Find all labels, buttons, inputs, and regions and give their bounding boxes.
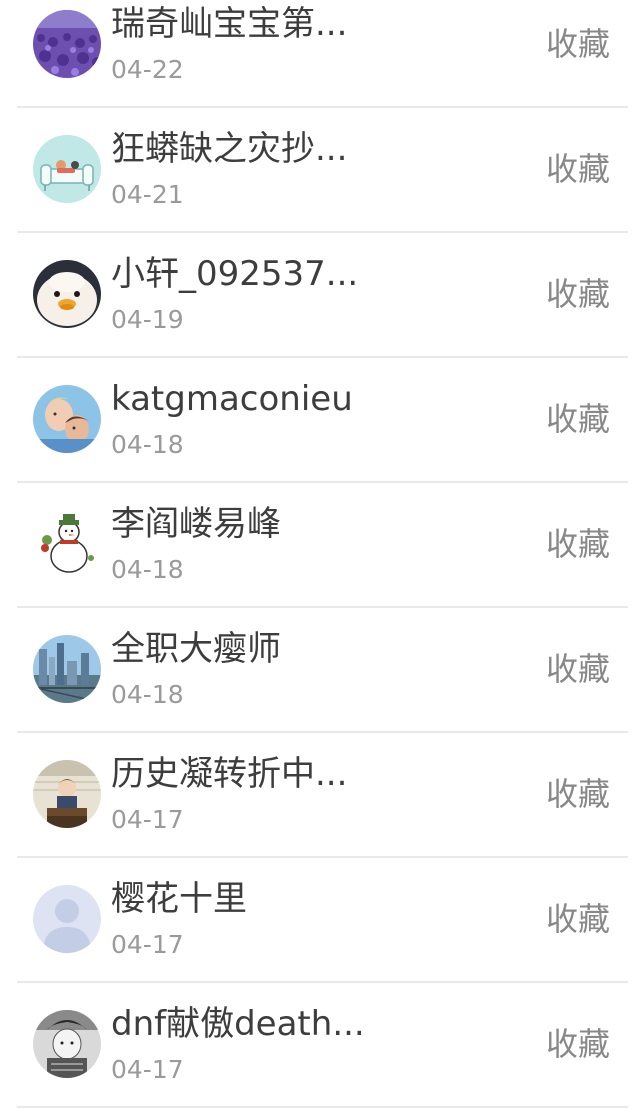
favorite-button[interactable]: 收藏	[546, 899, 610, 939]
favorite-button[interactable]: 收藏	[546, 24, 610, 64]
favorite-button[interactable]: 收藏	[546, 274, 610, 314]
user-list: 瑞奇屾宝宝第... 04-22 收藏 狂蟒缺之灾抄... 04-21 收藏 小轩…	[0, 0, 640, 1108]
sofa-illustration-avatar[interactable]	[33, 135, 101, 203]
snowman-avatar[interactable]	[33, 510, 101, 578]
item-date: 04-22	[111, 55, 184, 84]
user-name: 李阎嵝易峰	[111, 504, 281, 544]
item-date: 04-17	[111, 1055, 184, 1084]
list-item[interactable]: 小轩_092537... 04-19 收藏	[0, 233, 640, 358]
duckling-avatar[interactable]	[33, 260, 101, 328]
list-item[interactable]: 瑞奇屾宝宝第... 04-22 收藏	[0, 0, 640, 108]
favorite-button[interactable]: 收藏	[546, 774, 610, 814]
user-name: katgmaconieu	[111, 379, 353, 419]
favorite-button[interactable]: 收藏	[546, 649, 610, 689]
anime-character-avatar[interactable]	[33, 760, 101, 828]
list-item[interactable]: 历史凝转折中... 04-17 收藏	[0, 733, 640, 858]
city-skyline-avatar[interactable]	[33, 635, 101, 703]
user-name: 瑞奇屾宝宝第...	[111, 4, 348, 44]
user-name: 小轩_092537...	[111, 254, 359, 294]
item-date: 04-18	[111, 680, 184, 709]
list-item[interactable]: dnf献傲death... 04-17 收藏	[0, 983, 640, 1108]
user-name: 全职大瘿师	[111, 629, 281, 669]
list-item[interactable]: katgmaconieu 04-18 收藏	[0, 358, 640, 483]
lavender-field-avatar[interactable]	[33, 10, 101, 78]
item-date: 04-19	[111, 305, 184, 334]
item-date: 04-17	[111, 930, 184, 959]
item-date: 04-17	[111, 805, 184, 834]
list-item[interactable]: 樱花十里 04-17 收藏	[0, 858, 640, 983]
favorite-button[interactable]: 收藏	[546, 524, 610, 564]
item-date: 04-21	[111, 180, 184, 209]
default-person-avatar[interactable]	[33, 885, 101, 953]
user-name: 历史凝转折中...	[111, 754, 348, 794]
couple-photo-avatar[interactable]	[33, 385, 101, 453]
manga-sketch-avatar[interactable]	[33, 1010, 101, 1078]
list-item[interactable]: 全职大瘿师 04-18 收藏	[0, 608, 640, 733]
user-name: 狂蟒缺之灾抄...	[111, 129, 348, 169]
favorite-button[interactable]: 收藏	[546, 1024, 610, 1064]
user-name: dnf献傲death...	[111, 1004, 365, 1044]
item-date: 04-18	[111, 430, 184, 459]
favorite-button[interactable]: 收藏	[546, 399, 610, 439]
item-date: 04-18	[111, 555, 184, 584]
favorite-button[interactable]: 收藏	[546, 149, 610, 189]
user-name: 樱花十里	[111, 879, 247, 919]
list-item[interactable]: 狂蟒缺之灾抄... 04-21 收藏	[0, 108, 640, 233]
list-item[interactable]: 李阎嵝易峰 04-18 收藏	[0, 483, 640, 608]
